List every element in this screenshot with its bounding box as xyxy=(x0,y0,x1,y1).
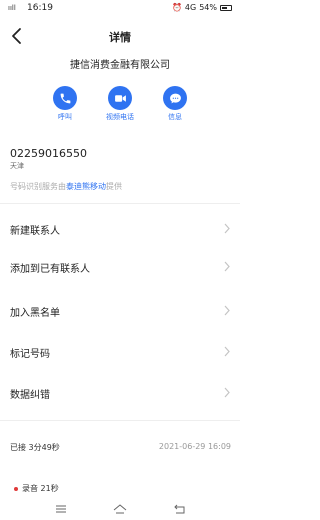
message-button[interactable]: 信息 xyxy=(150,86,200,122)
recording-item[interactable]: 录音 21秒 xyxy=(14,483,59,494)
call-status: 已接 3分49秒 xyxy=(10,443,60,452)
menu-lines-icon[interactable] xyxy=(54,503,68,515)
chevron-right-icon xyxy=(224,305,230,316)
divider xyxy=(0,203,240,204)
header-bar: 详情 xyxy=(0,22,240,52)
alarm-icon: ⏰ xyxy=(171,3,182,12)
chevron-right-icon xyxy=(224,223,230,234)
menu-item-label: 添加到已有联系人 xyxy=(10,264,90,275)
page-title: 详情 xyxy=(109,31,131,44)
provider-brand-link[interactable]: 泰迪熊移动 xyxy=(66,182,106,191)
menu-item-blacklist[interactable]: 加入黑名单 xyxy=(0,292,240,330)
recording-label: 录音 21秒 xyxy=(22,484,59,493)
provider-prefix: 号码识别服务由 xyxy=(10,182,66,191)
menu-item-label: 加入黑名单 xyxy=(10,308,60,319)
battery-percent: 54% xyxy=(199,3,217,12)
phone-icon xyxy=(53,86,77,110)
contact-name: 捷信消费金融有限公司 xyxy=(70,60,170,71)
signal-icon: ııll xyxy=(8,4,16,12)
menu-item-label: 新建联系人 xyxy=(10,226,60,237)
number-location: 天津 xyxy=(10,162,24,170)
chevron-right-icon xyxy=(224,346,230,357)
network-indicator: 4G xyxy=(184,3,197,12)
call-button[interactable]: 呼叫 xyxy=(40,86,90,122)
chevron-right-icon xyxy=(224,261,230,272)
message-label: 信息 xyxy=(168,113,182,121)
identification-provider: 号码识别服务由泰迪熊移动提供 xyxy=(10,181,122,192)
battery-icon xyxy=(220,4,232,11)
chevron-right-icon xyxy=(224,387,230,398)
status-time: 16:19 xyxy=(27,3,53,13)
call-datetime: 2021-06-29 16:09 xyxy=(158,442,231,451)
video-call-button[interactable]: 视频电话 xyxy=(95,86,145,122)
call-label: 呼叫 xyxy=(58,113,72,121)
back-nav-icon[interactable] xyxy=(173,503,187,515)
menu-item-new-contact[interactable]: 新建联系人 xyxy=(0,210,240,248)
status-right: ⏰ 4G 54% xyxy=(172,3,232,12)
provider-suffix: 提供 xyxy=(106,182,122,191)
menu-item-label: 数据纠错 xyxy=(10,390,50,401)
video-call-label: 视频电话 xyxy=(106,113,134,121)
status-bar: ııll 16:19 ⏰ 4G 54% xyxy=(0,0,240,22)
recording-dot-icon xyxy=(14,486,18,491)
message-icon xyxy=(163,86,187,110)
phone-number: 02259016550 xyxy=(10,147,87,160)
menu-item-label: 标记号码 xyxy=(10,349,50,360)
menu-item-add-to-existing[interactable]: 添加到已有联系人 xyxy=(0,248,240,286)
menu-item-mark-number[interactable]: 标记号码 xyxy=(0,333,240,371)
home-icon[interactable] xyxy=(113,503,127,515)
system-nav-bar xyxy=(0,498,240,520)
video-camera-icon xyxy=(108,86,132,110)
menu-item-data-correction[interactable]: 数据纠错 xyxy=(0,374,240,412)
divider xyxy=(0,420,240,421)
action-row: 呼叫 视频电话 信息 xyxy=(0,86,240,126)
